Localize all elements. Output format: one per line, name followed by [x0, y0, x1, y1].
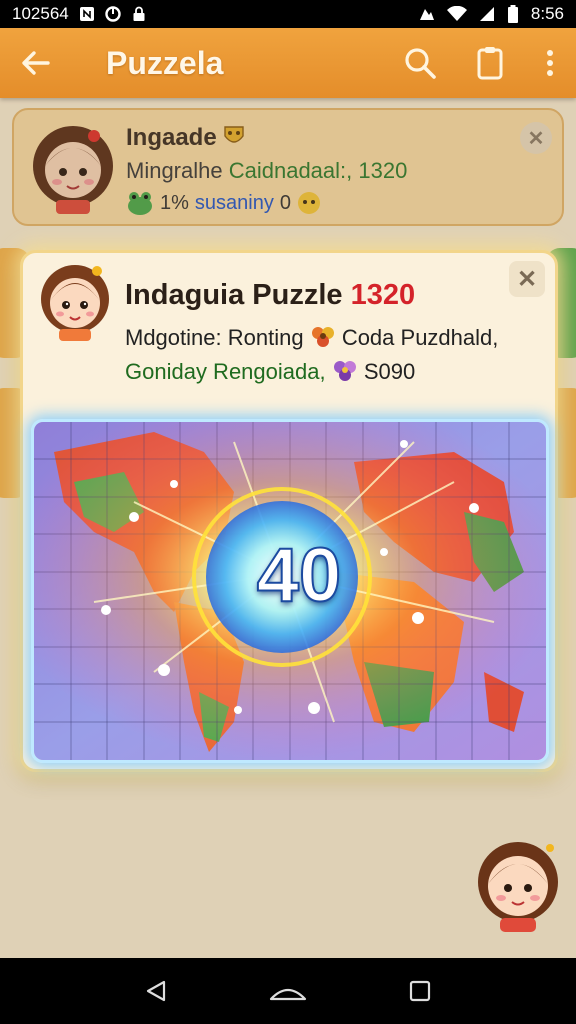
clipboard-button[interactable] [470, 43, 510, 83]
gallery-icon [419, 9, 434, 20]
nav-recents-button[interactable] [400, 971, 440, 1011]
status-left-text: 102564 [12, 4, 69, 23]
corner-avatar[interactable] [470, 836, 566, 932]
clipboard-icon [477, 47, 503, 80]
more-options-button[interactable] [540, 43, 560, 83]
dialog-avatar [41, 265, 109, 341]
status-bar: 102564 8:56 [0, 0, 576, 28]
app-title: Puzzela [106, 44, 224, 81]
system-nav-bar [0, 958, 576, 1024]
flower-icon [311, 327, 334, 347]
search-icon [405, 48, 436, 79]
app-bar: Puzzela [0, 28, 576, 98]
search-button[interactable] [400, 43, 440, 83]
nav-home-button[interactable] [268, 971, 308, 1011]
flower-purple-icon [333, 361, 356, 381]
nfc-icon [79, 7, 94, 21]
score-value: 40 [256, 532, 343, 619]
nav-back-icon [146, 980, 166, 1002]
back-button[interactable] [16, 43, 56, 83]
nav-home-icon [269, 988, 307, 1001]
signal-icon [479, 7, 494, 21]
wifi-icon [446, 6, 467, 21]
nav-back-button[interactable] [136, 971, 176, 1011]
sync-icon [105, 6, 121, 22]
dialog-title: Indaguia Puzzle 1320 [125, 279, 416, 311]
dialog-close-button[interactable]: ✕ [509, 261, 545, 297]
close-icon: ✕ [516, 265, 538, 293]
back-arrow-icon [22, 51, 50, 75]
status-time: 8:56 [530, 4, 564, 23]
puzzle-complete-dialog: Indaguia Puzzle 1320 Mdgotine: Ronting C… [20, 250, 558, 772]
puzzle-board[interactable]: 40 [31, 419, 549, 763]
dialog-line-2: Goniday Rengoiada, S090 [125, 359, 416, 384]
more-vert-icon [547, 50, 553, 76]
dialog-line-1: Mdgotine: Ronting Coda Puzdhald, [125, 325, 499, 350]
nav-recents-icon [409, 980, 431, 1002]
battery-icon [507, 5, 518, 23]
lock-icon [133, 6, 145, 21]
